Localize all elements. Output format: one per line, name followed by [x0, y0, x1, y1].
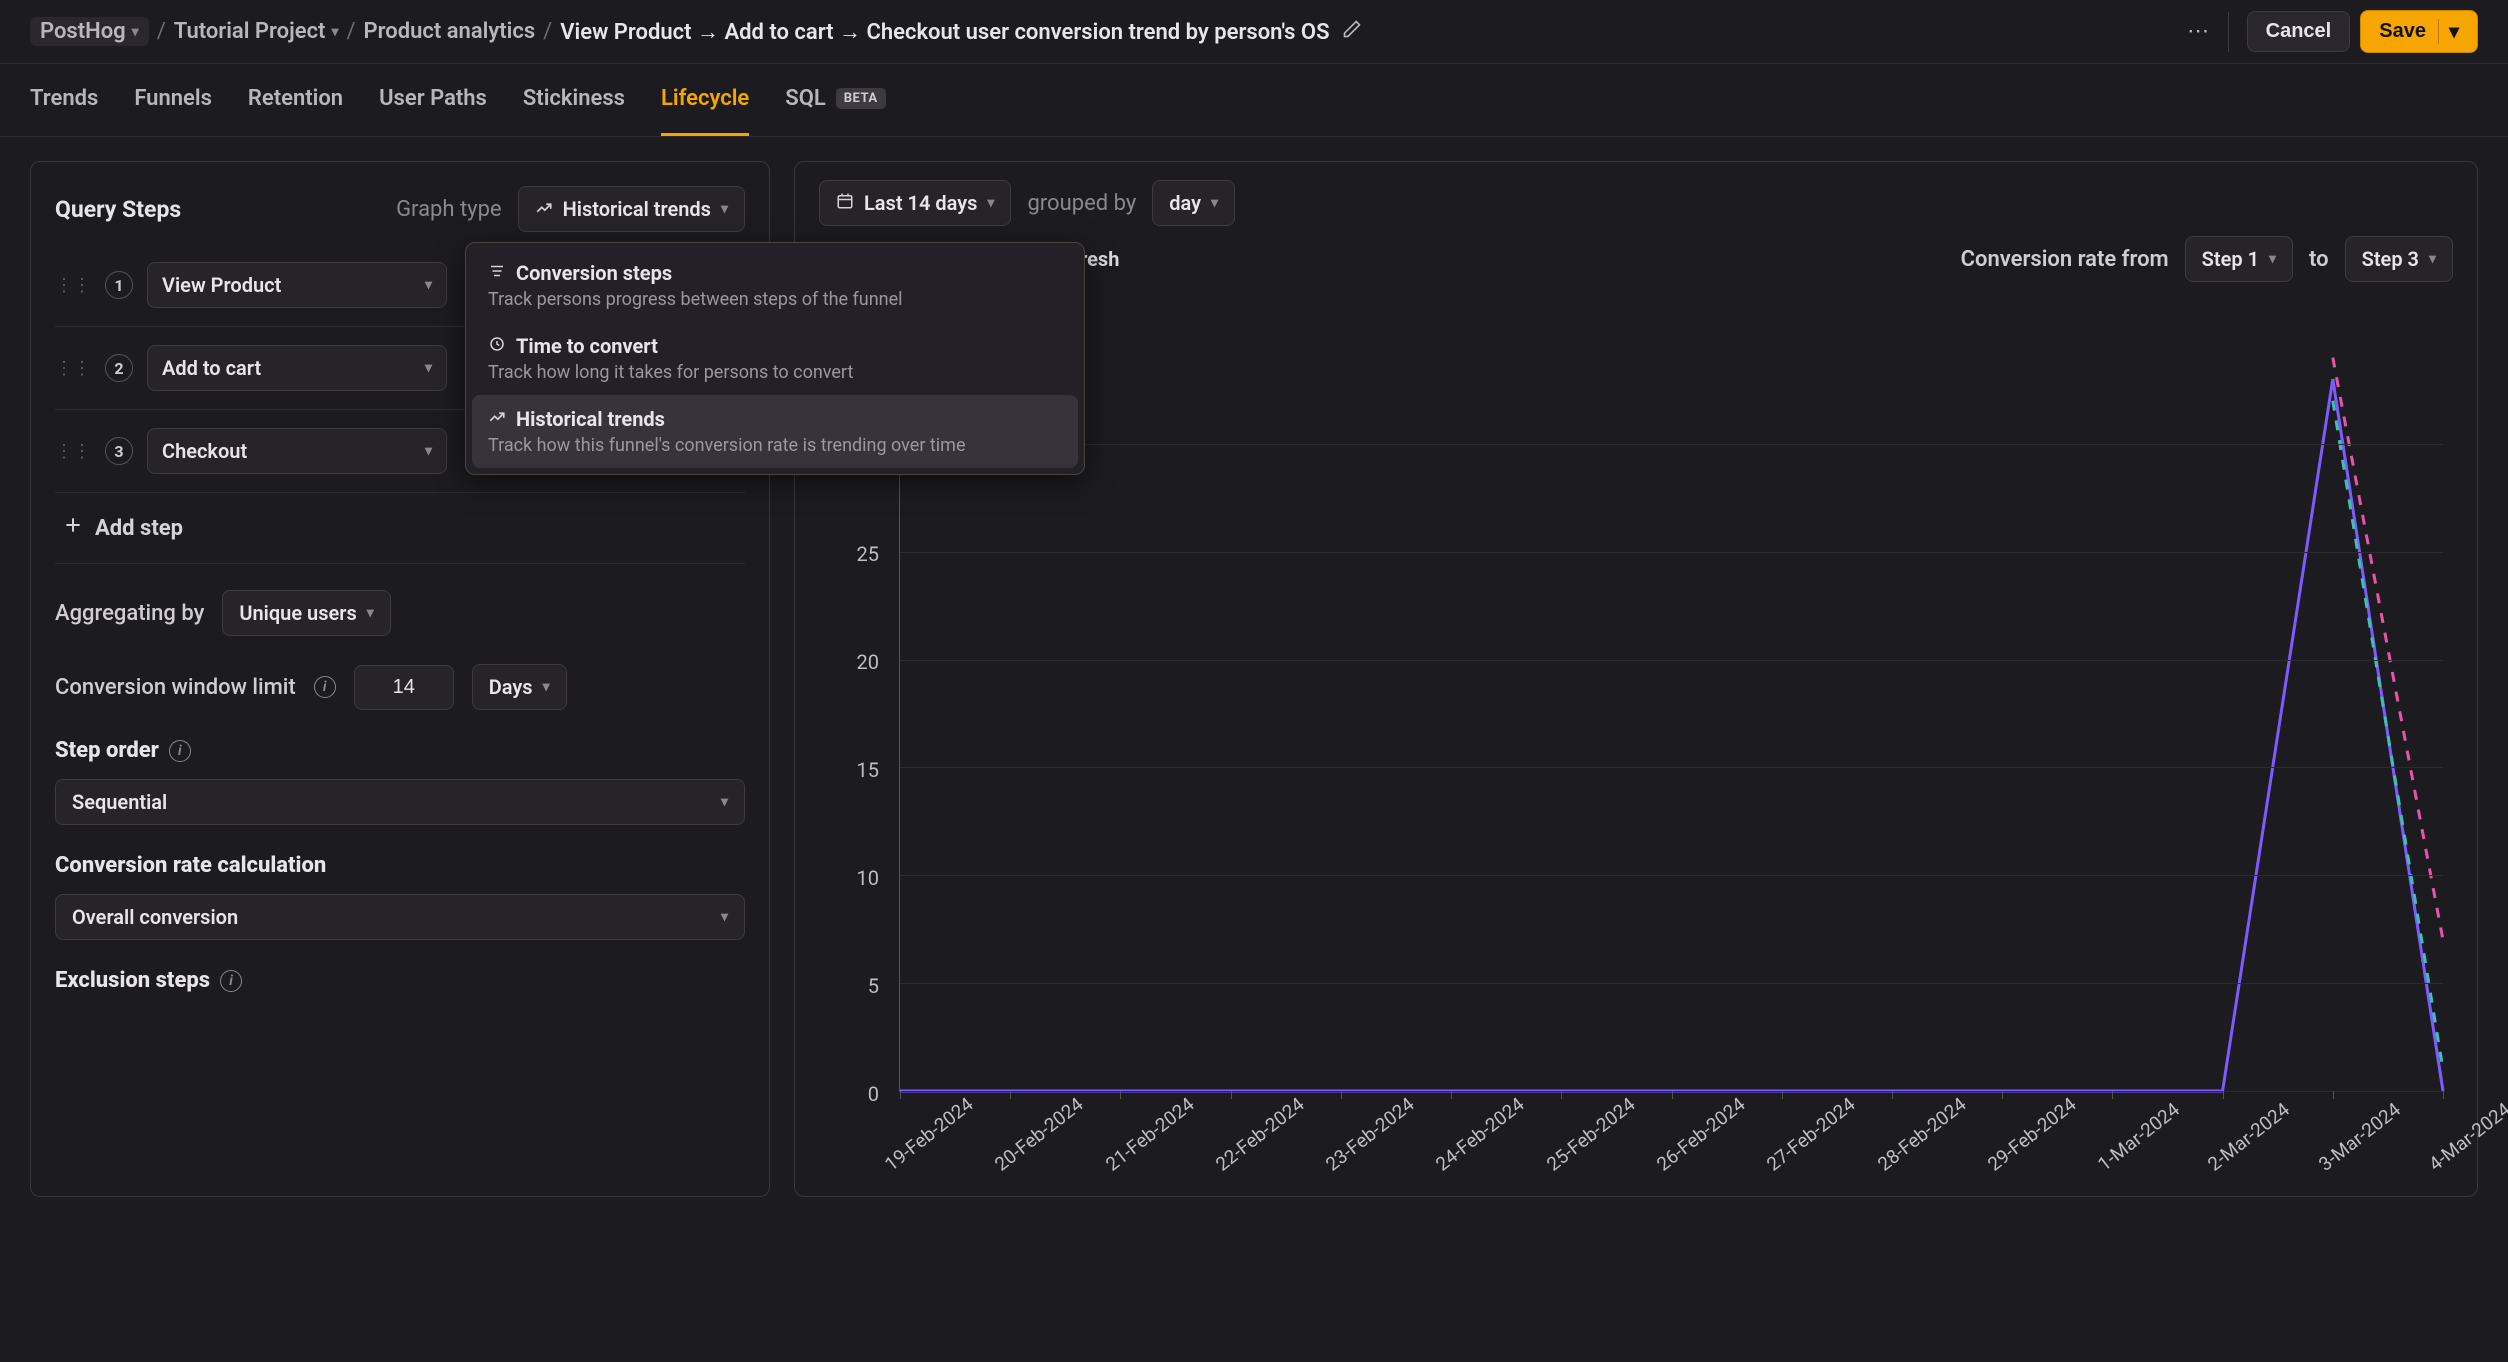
x-axis-tick: 23-Feb-2024: [1321, 1093, 1418, 1176]
tab-user-paths[interactable]: User Paths: [379, 64, 487, 136]
chevron-down-icon: ▾: [721, 201, 728, 217]
to-label: to: [2309, 247, 2329, 272]
tab-retention[interactable]: Retention: [248, 64, 343, 136]
x-axis-tick: 28-Feb-2024: [1873, 1093, 1970, 1176]
info-icon[interactable]: i: [314, 676, 336, 698]
tab-trends[interactable]: Trends: [30, 64, 98, 136]
conversion-window-label: Conversion window limit: [55, 675, 296, 700]
chevron-down-icon: ▾: [1211, 195, 1218, 211]
chevron-down-icon[interactable]: ▾: [2438, 19, 2459, 44]
graph-type-select[interactable]: Historical trends ▾: [518, 186, 745, 232]
step-event-select[interactable]: Add to cart▾: [147, 345, 447, 391]
x-axis-tick: 22-Feb-2024: [1211, 1093, 1308, 1176]
info-icon[interactable]: i: [220, 970, 242, 992]
beta-badge: BETA: [836, 88, 886, 109]
y-axis-tick: 20: [857, 650, 879, 674]
chevron-down-icon: ▾: [2269, 251, 2276, 267]
conversion-rate-calc-select[interactable]: Overall conversion ▾: [55, 894, 745, 940]
tab-sql[interactable]: SQLBETA: [785, 64, 885, 136]
insight-type-tabs: Trends Funnels Retention User Paths Stickine…: [0, 64, 2508, 137]
graph-type-option-conversion-steps[interactable]: Conversion stepsTrack persons progress b…: [472, 249, 1078, 322]
graph-type-label: Graph type: [396, 197, 502, 222]
y-axis-tick: 15: [857, 758, 879, 782]
y-axis-tick: 0: [868, 1082, 879, 1106]
drag-handle-icon[interactable]: ⋮⋮: [55, 358, 91, 379]
step-order-select[interactable]: Sequential ▾: [55, 779, 745, 825]
x-axis-tick: 4-Mar-2024: [2424, 1098, 2508, 1176]
page-title: View Product → Add to cart → Checkout us…: [560, 19, 1361, 45]
date-range-select[interactable]: Last 14 days ▾: [819, 180, 1011, 226]
trend-icon: [535, 198, 553, 222]
chevron-down-icon: ▾: [132, 24, 139, 40]
chevron-down-icon: ▾: [425, 443, 432, 459]
trend-icon: [488, 407, 506, 431]
chevron-down-icon: ▾: [2429, 251, 2436, 267]
tab-funnels[interactable]: Funnels: [134, 64, 212, 136]
grouped-by-label: grouped by: [1027, 191, 1136, 216]
graph-type-option-historical-trends[interactable]: Historical trendsTrack how this funnel's…: [472, 395, 1078, 468]
conversion-rate-calc-label: Conversion rate calculation: [55, 853, 326, 878]
drag-handle-icon[interactable]: ⋮⋮: [55, 441, 91, 462]
chevron-down-icon: ▾: [367, 605, 374, 621]
x-axis-tick: 20-Feb-2024: [990, 1093, 1087, 1176]
chevron-down-icon: ▾: [987, 195, 994, 211]
query-steps-title: Query Steps: [55, 196, 380, 223]
breadcrumb-org[interactable]: PostHog▾: [30, 17, 149, 46]
aggregating-label: Aggregating by: [55, 601, 204, 626]
clock-icon: [488, 334, 506, 358]
chart-series-line: [2333, 358, 2443, 940]
step-order-label: Step order: [55, 738, 159, 763]
edit-icon[interactable]: [1342, 19, 1362, 45]
chevron-down-icon: ▾: [721, 909, 728, 925]
step-number: 3: [105, 437, 133, 465]
exclusion-steps-label: Exclusion steps: [55, 968, 210, 993]
step-to-select[interactable]: Step 3 ▾: [2345, 236, 2453, 282]
x-axis-tick: 27-Feb-2024: [1762, 1093, 1859, 1176]
x-axis-tick: 25-Feb-2024: [1542, 1093, 1639, 1176]
plus-icon: [63, 515, 83, 541]
add-step-button[interactable]: Add step: [55, 493, 745, 564]
x-axis-tick: 26-Feb-2024: [1652, 1093, 1749, 1176]
x-axis-tick: 24-Feb-2024: [1432, 1093, 1529, 1176]
x-axis-tick: 3-Mar-2024: [2314, 1098, 2405, 1176]
y-axis-tick: 25: [857, 542, 879, 566]
chevron-down-icon: ▾: [425, 360, 432, 376]
x-axis-tick: 1-Mar-2024: [2093, 1098, 2184, 1176]
chevron-down-icon: ▾: [721, 794, 728, 810]
grouped-by-select[interactable]: day ▾: [1152, 180, 1235, 226]
chevron-down-icon: ▾: [543, 679, 550, 695]
y-axis-tick: 10: [857, 866, 879, 890]
save-button[interactable]: Save ▾: [2360, 10, 2478, 53]
conversion-rate-from-label: Conversion rate from: [1961, 247, 2169, 272]
step-number: 2: [105, 354, 133, 382]
breadcrumb-section[interactable]: Product analytics: [364, 19, 536, 44]
funnel-icon: [488, 261, 506, 285]
y-axis-tick: 5: [868, 974, 879, 998]
step-number: 1: [105, 271, 133, 299]
chevron-down-icon: ▾: [425, 277, 432, 293]
conversion-window-input[interactable]: [354, 665, 454, 710]
breadcrumb-project[interactable]: Tutorial Project▾: [174, 19, 339, 44]
chart-series-line: [900, 379, 2443, 1091]
step-from-select[interactable]: Step 1 ▾: [2185, 236, 2293, 282]
aggregating-select[interactable]: Unique users ▾: [222, 590, 390, 636]
drag-handle-icon[interactable]: ⋮⋮: [55, 275, 91, 296]
x-axis-tick: 29-Feb-2024: [1983, 1093, 2080, 1176]
conversion-window-unit-select[interactable]: Days ▾: [472, 664, 567, 710]
cancel-button[interactable]: Cancel: [2247, 11, 2351, 52]
step-event-select[interactable]: View Product▾: [147, 262, 447, 308]
chevron-down-icon: ▾: [331, 24, 338, 40]
graph-type-dropdown: Conversion stepsTrack persons progress b…: [465, 242, 1085, 475]
x-axis-tick: 2-Mar-2024: [2204, 1098, 2295, 1176]
tab-lifecycle[interactable]: Lifecycle: [661, 64, 749, 136]
x-axis-tick: 21-Feb-2024: [1101, 1093, 1198, 1176]
info-icon[interactable]: i: [169, 740, 191, 762]
calendar-icon: [836, 191, 854, 215]
step-event-select[interactable]: Checkout▾: [147, 428, 447, 474]
tab-stickiness[interactable]: Stickiness: [523, 64, 625, 136]
more-menu-button[interactable]: ⋯: [2189, 12, 2229, 52]
breadcrumb: PostHog▾ / Tutorial Project▾ / Product a…: [30, 17, 2179, 46]
x-axis-tick: 19-Feb-2024: [880, 1093, 977, 1176]
graph-type-option-time-to-convert[interactable]: Time to convertTrack how long it takes f…: [472, 322, 1078, 395]
